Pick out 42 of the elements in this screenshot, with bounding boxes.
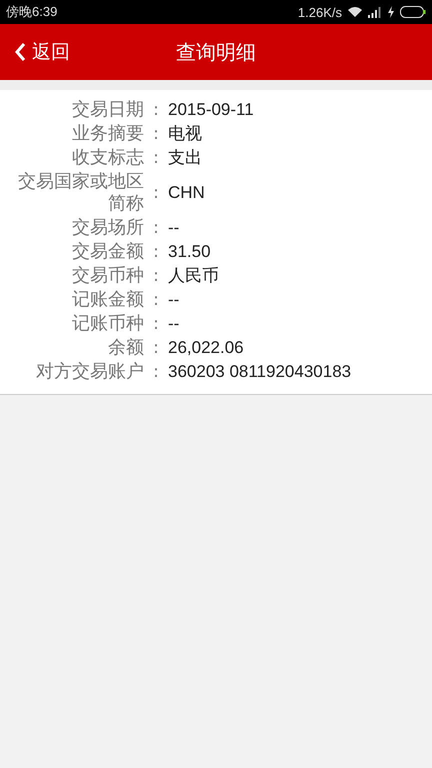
colon: : [152,99,160,121]
field-label: 交易场所 [71,217,144,239]
colon: : [152,313,160,335]
field-label: 对方交易账户 [35,361,144,383]
colon: : [152,123,160,145]
colon: : [152,337,160,359]
back-button[interactable]: 返回 [10,36,74,68]
field-label: 收支标志 [71,147,144,169]
field-label: 业务摘要 [71,123,144,145]
field-label: 交易币种 [71,265,144,287]
field-value: 360203 0811920430183 [168,361,352,383]
field-value: 人民币 [168,265,219,287]
colon: : [152,217,160,239]
field-value: -- [168,313,180,335]
colon: : [152,182,160,204]
network-speed: 1.26K/s [298,4,342,20]
field-label: 记账币种 [71,313,144,335]
field-value: 2015-09-11 [168,99,254,121]
field-value: 电视 [168,123,202,145]
charging-icon [387,6,395,18]
field-label: 交易日期 [71,99,144,121]
colon: : [152,241,160,263]
chevron-left-icon [14,42,26,62]
page-title: 查询明细 [176,38,256,66]
field-label: 记账金额 [71,289,144,311]
colon: : [152,265,160,287]
colon: : [152,289,160,311]
field-value: CHN [168,182,205,204]
field-value: -- [168,289,180,311]
field-label: 交易国家或地区简称 [17,171,144,215]
field-label: 交易金额 [71,241,144,263]
signal-icon [368,6,382,18]
status-time: 傍晚6:39 [6,3,58,21]
field-value: -- [168,217,180,239]
colon: : [152,147,160,169]
wifi-icon [347,6,363,18]
battery-icon [400,6,426,18]
field-value: 支出 [168,147,202,169]
field-value: 26,022.06 [168,337,244,359]
field-value: 31.50 [168,241,211,263]
colon: : [152,361,160,383]
field-label: 余额 [107,337,144,359]
